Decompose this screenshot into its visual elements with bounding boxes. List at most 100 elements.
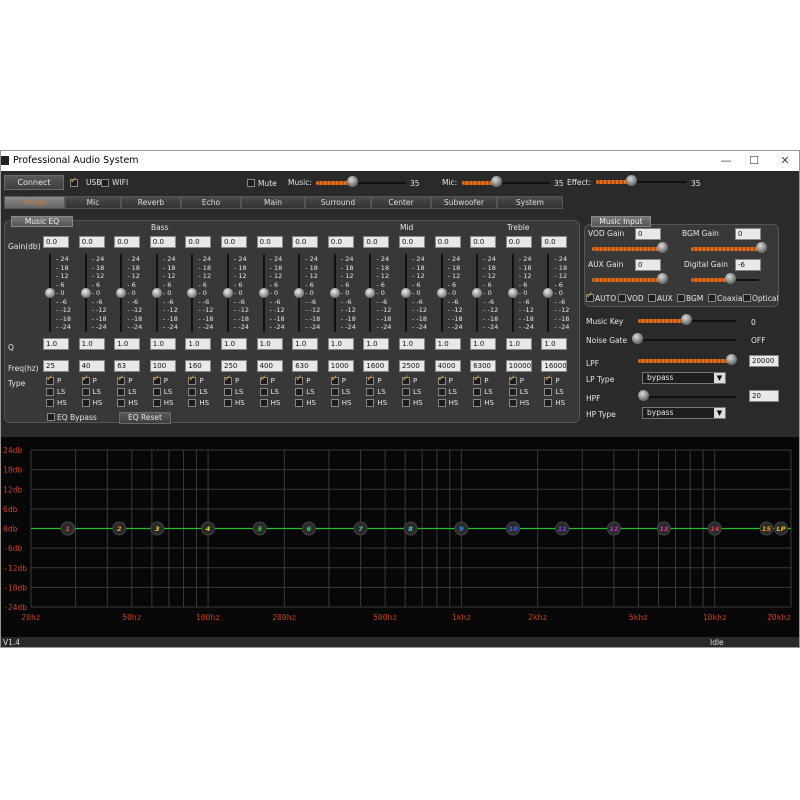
hpf-track[interactable] [638, 396, 736, 398]
music-key-knob[interactable] [681, 314, 692, 325]
band-14-type-ls-checkbox[interactable] [508, 388, 517, 396]
band-8-type-p-checkbox[interactable] [295, 374, 304, 385]
hpf-field[interactable]: 20 [749, 390, 779, 402]
band-3-gain-field[interactable]: 0.0 [114, 236, 141, 248]
band-7-gain-field[interactable]: 0.0 [256, 236, 283, 248]
band-3-type-hs-checkbox[interactable] [117, 399, 126, 407]
band-1-gain-field[interactable]: 0.0 [43, 236, 69, 248]
tab-reverb[interactable]: Reverb [121, 196, 181, 209]
band-12-type-ls-checkbox[interactable] [437, 388, 446, 396]
tab-music[interactable]: Music [4, 196, 65, 209]
mic-volume-knob[interactable] [491, 176, 502, 187]
band-3-q-field[interactable]: 1.0 [114, 338, 141, 350]
band-2-type-hs-checkbox[interactable] [81, 399, 90, 407]
source-vod-checkbox[interactable] [618, 294, 626, 302]
music-volume-track[interactable] [354, 182, 406, 184]
eq-reset-button[interactable]: EQ Reset [119, 412, 171, 424]
band-13-q-field[interactable]: 1.0 [470, 338, 497, 350]
band-1-type-ls-checkbox[interactable] [46, 388, 54, 396]
band-5-q-field[interactable]: 1.0 [185, 338, 212, 350]
band-7-type-p-checkbox[interactable] [259, 374, 268, 385]
noise-gate-knob[interactable] [632, 333, 643, 344]
hpf-knob[interactable] [638, 390, 649, 401]
band-4-freq-field[interactable]: 100 [149, 360, 176, 372]
tab-main[interactable]: Main [241, 196, 305, 209]
band-7-type-hs-checkbox[interactable] [259, 399, 268, 407]
band-3-freq-field[interactable]: 63 [114, 360, 141, 372]
tab-system[interactable]: System [497, 196, 563, 209]
band-3-type-p-checkbox[interactable] [117, 374, 126, 385]
band-10-freq-field[interactable]: 1600 [363, 360, 390, 372]
band-1-q-field[interactable]: 1.0 [43, 338, 69, 350]
effect-volume-knob[interactable] [626, 175, 637, 186]
band-14-gain-knob[interactable] [507, 288, 518, 298]
source-coaxial-checkbox[interactable] [708, 294, 716, 302]
band-8-type-ls-checkbox[interactable] [295, 388, 304, 396]
band-2-type-p-checkbox[interactable] [81, 374, 90, 385]
noise-gate-track[interactable] [638, 339, 736, 341]
band-6-gain-knob[interactable] [223, 288, 233, 298]
aux-gain-knob[interactable] [657, 273, 668, 284]
tab-mic[interactable]: Mic [65, 196, 121, 209]
digital-gain-knob[interactable] [725, 273, 736, 284]
band-15-type-hs-checkbox[interactable] [544, 399, 553, 407]
band-2-q-field[interactable]: 1.0 [78, 338, 105, 350]
band-15-type-ls-checkbox[interactable] [544, 388, 553, 396]
wifi-checkbox[interactable] [101, 179, 109, 187]
band-2-freq-field[interactable]: 40 [78, 360, 105, 372]
band-11-gain-field[interactable]: 0.0 [399, 236, 425, 248]
band-13-type-ls-checkbox[interactable] [473, 388, 482, 396]
band-1-freq-field[interactable]: 25 [43, 360, 69, 372]
band-12-q-field[interactable]: 1.0 [434, 338, 461, 350]
band-12-gain-knob[interactable] [436, 288, 447, 298]
band-4-type-p-checkbox[interactable] [152, 374, 161, 385]
band-11-freq-field[interactable]: 2500 [399, 360, 425, 372]
band-10-type-hs-checkbox[interactable] [366, 399, 375, 407]
band-7-gain-knob[interactable] [258, 288, 269, 298]
band-9-freq-field[interactable]: 1000 [327, 360, 354, 372]
band-6-q-field[interactable]: 1.0 [221, 338, 247, 350]
band-11-type-hs-checkbox[interactable] [402, 399, 410, 407]
band-4-gain-field[interactable]: 0.0 [149, 236, 176, 248]
band-2-gain-field[interactable]: 0.0 [78, 236, 105, 248]
band-9-gain-field[interactable]: 0.0 [327, 236, 354, 248]
lpf-slider[interactable] [638, 359, 734, 363]
tab-subwoofer[interactable]: Subwoofer [431, 196, 497, 209]
band-5-freq-field[interactable]: 160 [185, 360, 212, 372]
band-11-gain-knob[interactable] [401, 288, 411, 298]
aux-gain-field[interactable]: 0 [635, 259, 661, 271]
aux-gain-slider[interactable] [592, 278, 660, 282]
band-11-q-field[interactable]: 1.0 [399, 338, 425, 350]
band-7-q-field[interactable]: 1.0 [256, 338, 283, 350]
band-1-type-hs-checkbox[interactable] [46, 399, 54, 407]
band-6-gain-field[interactable]: 0.0 [221, 236, 247, 248]
source-auto-checkbox[interactable] [586, 291, 594, 302]
band-14-q-field[interactable]: 1.0 [505, 338, 532, 350]
tab-center[interactable]: Center [371, 196, 431, 209]
band-9-type-p-checkbox[interactable] [330, 374, 339, 385]
band-14-freq-field[interactable]: 10000 [505, 360, 532, 372]
band-2-gain-knob[interactable] [80, 288, 91, 298]
band-5-gain-field[interactable]: 0.0 [185, 236, 212, 248]
vod-gain-field[interactable]: 0 [635, 228, 661, 240]
band-9-q-field[interactable]: 1.0 [327, 338, 354, 350]
band-12-gain-field[interactable]: 0.0 [434, 236, 461, 248]
lp-type-select[interactable]: bypass ▼ [642, 372, 726, 384]
band-12-type-hs-checkbox[interactable] [437, 399, 446, 407]
band-8-type-hs-checkbox[interactable] [295, 399, 304, 407]
band-5-type-ls-checkbox[interactable] [188, 388, 197, 396]
band-3-type-ls-checkbox[interactable] [117, 388, 126, 396]
band-8-freq-field[interactable]: 630 [292, 360, 319, 372]
band-10-q-field[interactable]: 1.0 [363, 338, 390, 350]
usb-checkbox[interactable] [70, 176, 78, 187]
band-4-q-field[interactable]: 1.0 [149, 338, 176, 350]
lpf-field[interactable]: 20000 [749, 355, 779, 367]
digital-gain-field[interactable]: -6 [735, 259, 761, 271]
band-4-type-ls-checkbox[interactable] [152, 388, 161, 396]
mic-volume-track[interactable] [498, 182, 550, 184]
hp-type-select[interactable]: bypass ▼ [642, 407, 726, 419]
band-9-type-hs-checkbox[interactable] [330, 399, 339, 407]
band-7-type-ls-checkbox[interactable] [259, 388, 268, 396]
band-2-type-ls-checkbox[interactable] [81, 388, 90, 396]
tab-surround[interactable]: Surround [305, 196, 371, 209]
